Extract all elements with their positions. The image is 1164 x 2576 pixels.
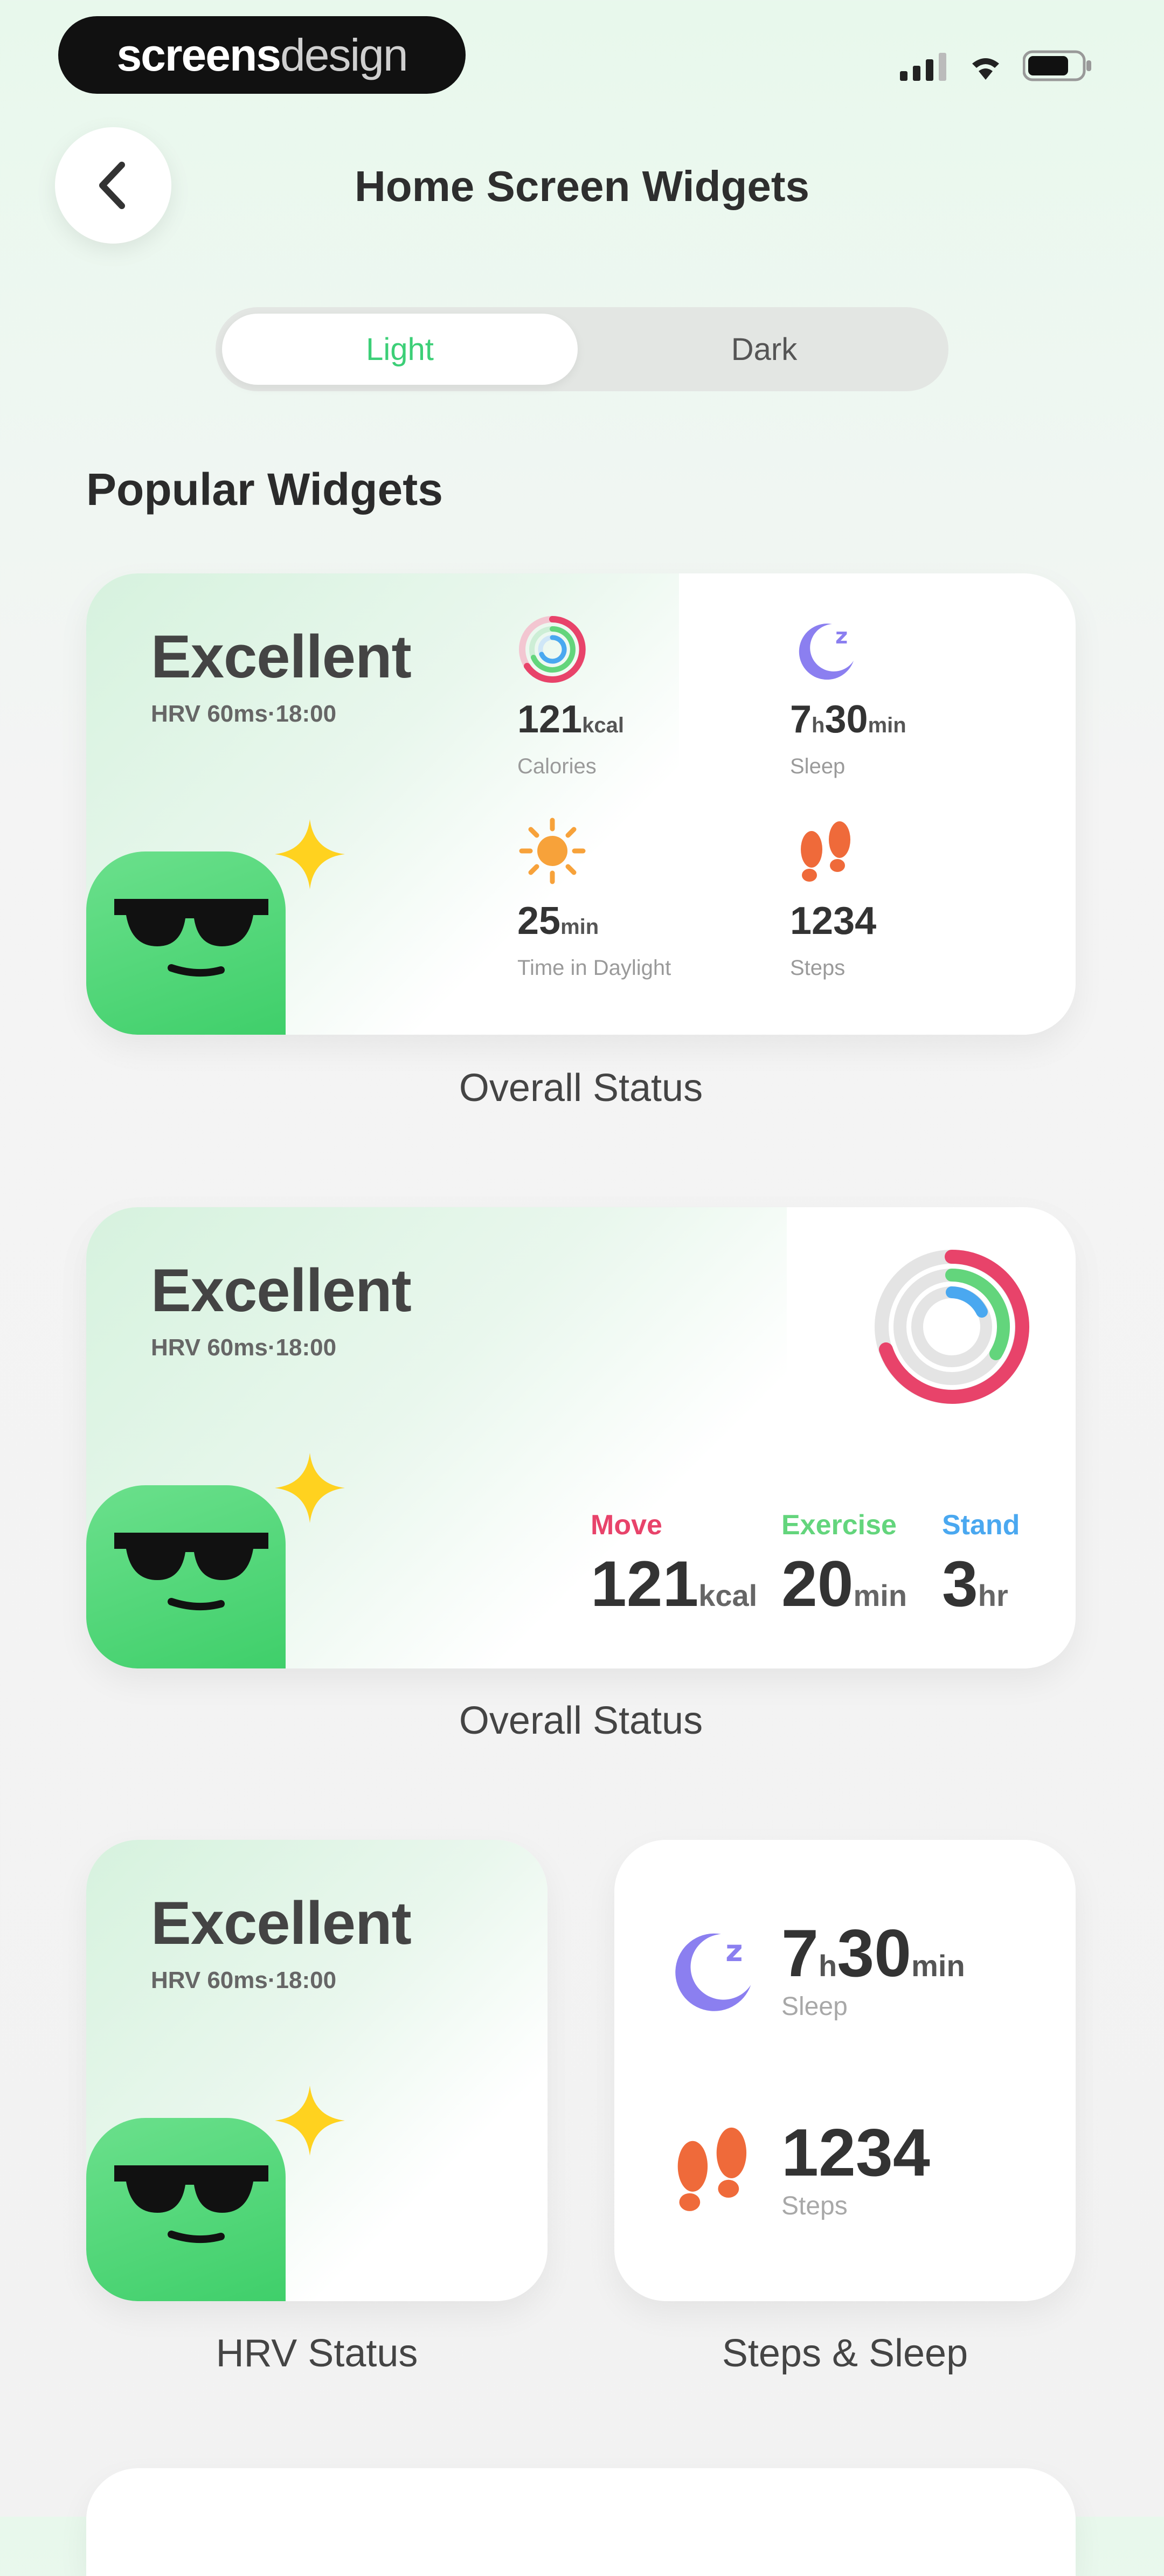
widget-caption: Steps & Sleep — [722, 2332, 968, 2375]
activity-rings-icon — [519, 616, 586, 683]
steps-label: Steps — [790, 956, 846, 980]
stand-label: Stand — [942, 1509, 1020, 1541]
activity-rings-icon — [875, 1249, 1030, 1404]
daylight-label: Time in Daylight — [517, 956, 671, 980]
sun-icon — [519, 818, 586, 884]
status-word: Excellent — [151, 1257, 412, 1324]
theme-toggle: Light Dark — [216, 307, 948, 391]
footprints-icon — [801, 821, 850, 882]
sleep-value: 7h30min — [790, 698, 906, 741]
steps-label: Steps — [781, 2192, 848, 2220]
widget-steps-sleep[interactable]: z 7h30min Sleep 1234 Steps — [614, 1840, 1076, 2301]
move-label: Move — [591, 1509, 662, 1541]
footprints-icon — [677, 2127, 747, 2211]
brand-light-text: design — [280, 29, 408, 80]
sleep-value: 7h30min — [781, 1916, 965, 1991]
status-word: Excellent — [151, 623, 412, 690]
calories-label: Calories — [517, 754, 597, 778]
theme-option-dark[interactable]: Dark — [586, 314, 942, 385]
sleep-label: Sleep — [781, 1992, 848, 2021]
brand-logo: screens design — [58, 16, 466, 94]
battery-icon — [1023, 50, 1091, 81]
theme-option-light[interactable]: Light — [222, 314, 578, 385]
hrv-readout: HRV 60ms·18:00 — [151, 1967, 337, 1993]
section-title: Popular Widgets — [86, 464, 443, 515]
steps-value: 1234 — [790, 899, 877, 943]
mascot-avatar — [86, 1485, 286, 1668]
mascot-avatar — [86, 851, 286, 1035]
widget-hrv-status[interactable]: Excellent HRV 60ms·18:00 — [86, 1840, 548, 2301]
cellular-signal-icon — [900, 53, 946, 81]
widget-caption: Overall Status — [459, 1699, 703, 1742]
daylight-value: 25min — [517, 899, 599, 943]
svg-text:z: z — [835, 624, 848, 649]
svg-text:z: z — [725, 1934, 743, 1969]
calories-value: 121kcal — [517, 698, 624, 741]
mascot-avatar — [86, 2118, 286, 2301]
move-value: 121kcal — [591, 1548, 758, 1620]
widget-overall-status-grid[interactable]: Excellent HRV 60ms·18:00 121kcal Calorie… — [86, 573, 1076, 1035]
sunglasses-icon — [114, 1533, 268, 1611]
widget-caption: Overall Status — [459, 1067, 703, 1110]
widget-next-partial[interactable] — [86, 2468, 1076, 2576]
moon-icon: z — [799, 624, 854, 680]
sparkle-icon — [275, 819, 345, 889]
wifi-icon — [972, 58, 999, 80]
hrv-readout: HRV 60ms·18:00 — [151, 1334, 337, 1361]
status-icons — [900, 50, 1093, 82]
exercise-label: Exercise — [781, 1509, 897, 1541]
stand-value: 3hr — [942, 1548, 1008, 1620]
steps-value: 1234 — [781, 2116, 930, 2190]
widget-caption: HRV Status — [216, 2332, 418, 2375]
widget-overall-status-rings[interactable]: Excellent HRV 60ms·18:00 Move 121kcal Ex… — [86, 1207, 1076, 1668]
moon-icon: z — [675, 1933, 751, 2011]
hrv-readout: HRV 60ms·18:00 — [151, 701, 337, 727]
sparkle-icon — [275, 2086, 345, 2156]
sparkle-icon — [275, 1453, 345, 1523]
sunglasses-icon — [114, 899, 268, 977]
status-word: Excellent — [151, 1889, 412, 1957]
brand-bold-text: screens — [116, 29, 281, 80]
sunglasses-icon — [114, 2165, 268, 2243]
sleep-label: Sleep — [790, 754, 846, 778]
exercise-value: 20min — [781, 1548, 907, 1620]
page-title: Home Screen Widgets — [355, 162, 809, 210]
